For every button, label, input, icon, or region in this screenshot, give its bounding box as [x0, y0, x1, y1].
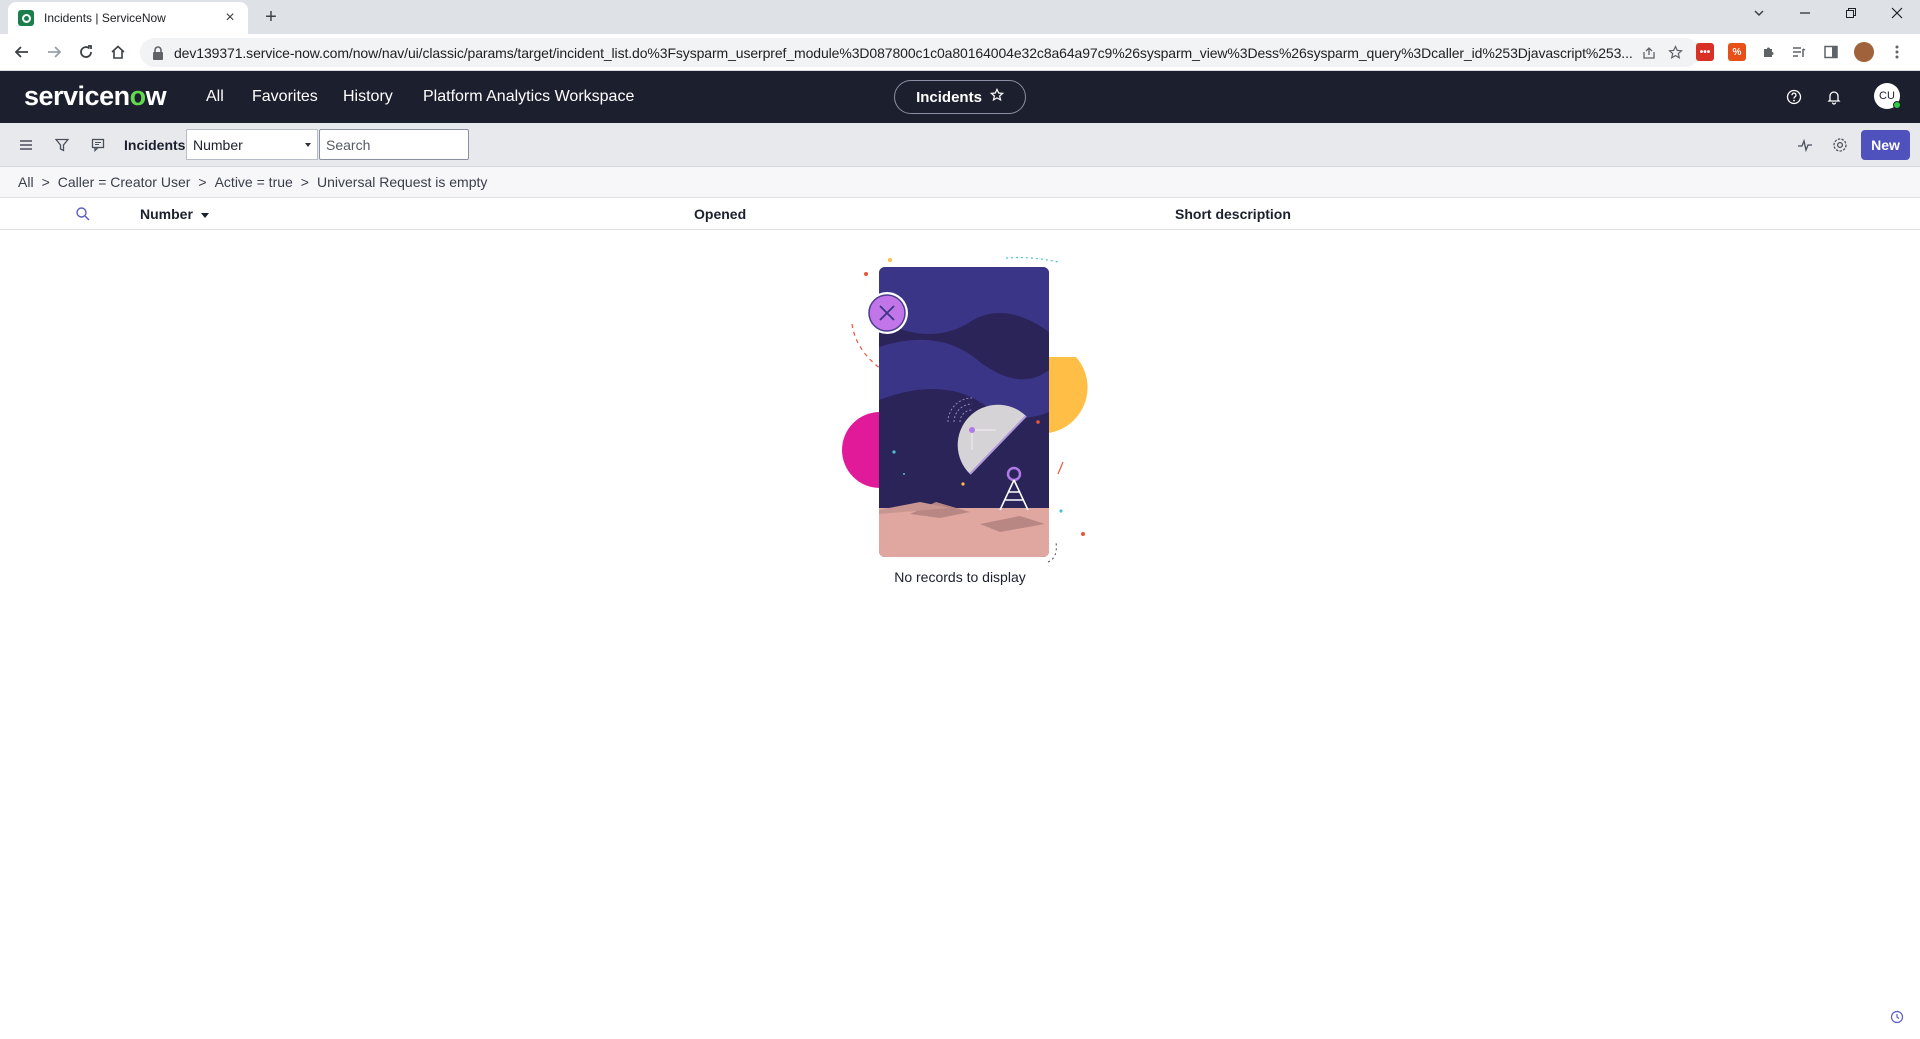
presence-dot	[1893, 101, 1901, 109]
servicenow-header: servicenow All Favorites History Platfor…	[0, 71, 1920, 123]
tab-search-chevron-icon[interactable]	[1736, 0, 1782, 30]
restore-window-icon[interactable]	[1828, 0, 1874, 30]
new-tab-button[interactable]: +	[260, 6, 282, 28]
forward-arrow-icon[interactable]	[38, 36, 70, 68]
favorite-star-icon[interactable]	[989, 87, 1004, 107]
breadcrumb-separator: >	[198, 174, 207, 190]
context-pill-label: Incidents	[916, 88, 982, 106]
minimize-window-icon[interactable]	[1782, 0, 1828, 30]
extensions-puzzle-icon[interactable]	[1760, 43, 1778, 61]
browser-address-bar: dev139371.service-now.com/now/nav/ui/cla…	[0, 34, 1920, 71]
url-text: dev139371.service-now.com/now/nav/ui/cla…	[174, 44, 1633, 61]
back-arrow-icon[interactable]	[6, 36, 38, 68]
breadcrumb-item-universal-request[interactable]: Universal Request is empty	[317, 174, 487, 190]
profile-avatar-icon[interactable]	[1854, 42, 1874, 62]
close-window-icon[interactable]	[1874, 0, 1920, 30]
servicenow-logo[interactable]: servicenow	[24, 81, 167, 112]
clock-history-icon[interactable]	[1890, 1010, 1904, 1024]
tab-close-icon[interactable]: ×	[222, 10, 238, 26]
list-settings-gear-icon[interactable]	[1830, 135, 1850, 155]
chevron-down-icon	[305, 143, 311, 147]
reload-icon[interactable]	[70, 36, 102, 68]
nav-all[interactable]: All	[206, 71, 224, 123]
activity-pulse-icon[interactable]	[1795, 135, 1815, 155]
column-header-short-description[interactable]: Short description	[1175, 206, 1291, 222]
search-field-select[interactable]: Number	[186, 129, 318, 160]
reading-list-icon[interactable]	[1790, 43, 1808, 61]
extension-red-icon[interactable]: •••	[1696, 43, 1714, 61]
nav-favorites[interactable]: Favorites	[252, 71, 318, 123]
list-menu-icon[interactable]	[16, 135, 36, 155]
breadcrumb-separator: >	[300, 174, 309, 190]
list-toolbar: Incidents Number New	[0, 123, 1920, 167]
home-icon[interactable]	[102, 36, 134, 68]
breadcrumb-item-caller[interactable]: Caller = Creator User	[58, 174, 191, 190]
side-panel-icon[interactable]	[1822, 43, 1840, 61]
list-column-headers: Number Opened Short description	[0, 198, 1920, 230]
bookmark-star-icon[interactable]	[1662, 40, 1688, 66]
browser-tab-active[interactable]: Incidents | ServiceNow ×	[8, 2, 248, 34]
list-title: Incidents	[124, 137, 186, 153]
help-icon[interactable]	[1782, 85, 1806, 109]
breadcrumb-item-active[interactable]: Active = true	[215, 174, 293, 190]
url-omnibox[interactable]: dev139371.service-now.com/now/nav/ui/cla…	[140, 38, 1700, 67]
column-header-opened[interactable]: Opened	[694, 206, 746, 222]
notifications-bell-icon[interactable]	[1822, 85, 1846, 109]
context-pill-incidents[interactable]: Incidents	[894, 80, 1026, 114]
breadcrumb-separator: >	[41, 174, 50, 190]
browser-menu-icon[interactable]	[1888, 43, 1906, 61]
new-record-button[interactable]: New	[1861, 130, 1910, 160]
comments-icon[interactable]	[88, 135, 108, 155]
servicenow-favicon-icon	[18, 10, 34, 26]
nav-history[interactable]: History	[343, 71, 393, 123]
lock-icon[interactable]	[152, 45, 164, 60]
column-search-icon[interactable]	[75, 206, 91, 222]
filter-breadcrumb: All > Caller = Creator User > Active = t…	[0, 167, 1920, 198]
empty-state-message: No records to display	[894, 569, 1026, 585]
empty-state-satellite-illustration	[842, 256, 1088, 563]
column-header-number[interactable]: Number	[140, 206, 209, 222]
nav-platform-analytics-workspace[interactable]: Platform Analytics Workspace	[423, 71, 634, 123]
breadcrumb-item-all[interactable]: All	[18, 174, 34, 190]
list-search-input[interactable]	[319, 129, 469, 160]
filter-icon[interactable]	[52, 135, 72, 155]
browser-tab-strip: Incidents | ServiceNow × +	[0, 0, 1920, 34]
user-avatar[interactable]: CU	[1874, 83, 1901, 109]
tab-title: Incidents | ServiceNow	[44, 11, 166, 25]
sort-descending-icon	[200, 212, 209, 218]
share-icon[interactable]	[1636, 40, 1662, 66]
extension-orange-icon[interactable]: %	[1728, 43, 1746, 61]
